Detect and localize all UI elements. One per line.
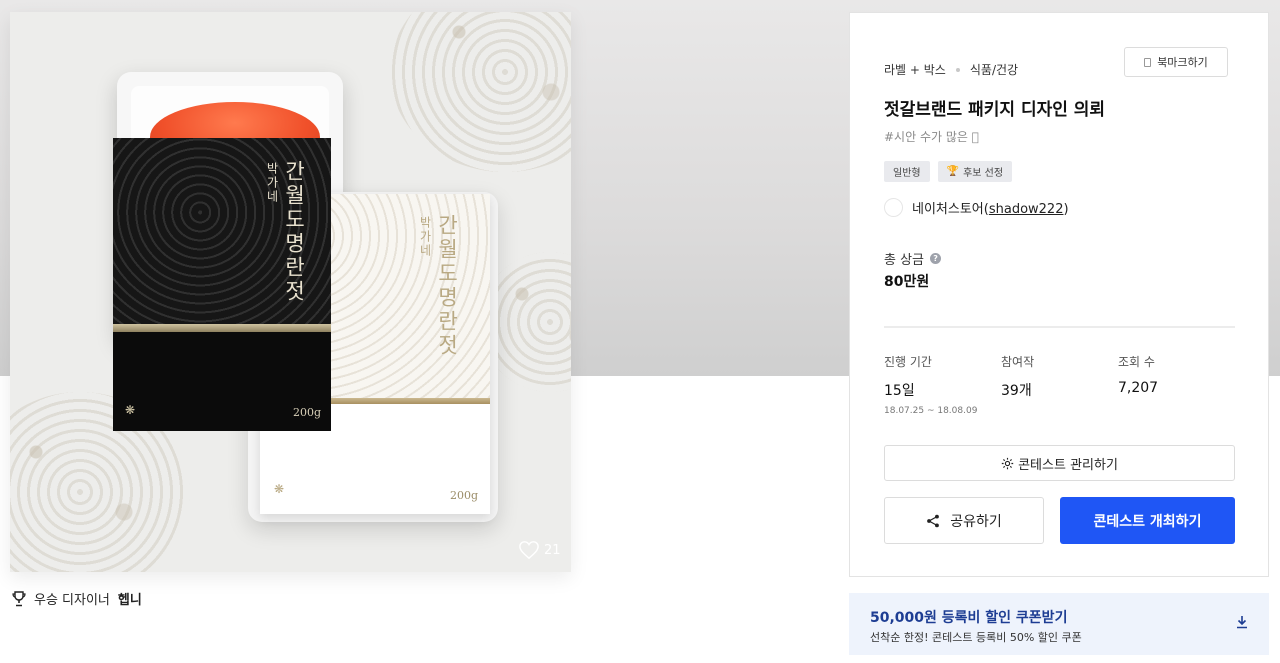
product-image[interactable]: 박가네 간월도명란젓 ❋ 200g 박가네 간월도명란젓 ❋ 200g [10, 12, 571, 572]
help-icon[interactable]: ? [930, 253, 942, 264]
category-main[interactable]: 라벨 + 박스 [884, 61, 946, 78]
stat-entries-value: 39개 [1001, 383, 1032, 399]
stat-period-value: 15일 [884, 383, 915, 399]
damask-pattern [390, 12, 571, 172]
stat-views: 조회 수 7,207 [1118, 353, 1158, 396]
share-button[interactable]: 공유하기 [884, 497, 1044, 544]
badge-candidate: 🏆 후보 선정 [937, 161, 1013, 182]
stat-entries: 참여작 39개 [1001, 353, 1034, 400]
winner-label: 우승 디자이너 [34, 593, 110, 608]
manage-contest-button[interactable]: 콘테스트 관리하기 [884, 445, 1235, 481]
winner-name[interactable]: 헵니 [118, 589, 142, 608]
package-title: 간월도명란젓 [435, 214, 459, 358]
manage-contest-label: 콘테스트 관리하기 [1018, 457, 1118, 473]
flower-emblem-icon: ❋ [125, 403, 136, 417]
contest-hashtag[interactable]: #시안 수가 많은 🏻 [884, 128, 979, 145]
divider [884, 326, 1235, 328]
stat-views-value: 7,207 [1118, 380, 1159, 396]
download-icon[interactable] [1235, 615, 1249, 629]
bookmark-icon [1144, 57, 1152, 67]
prize-value: 80만원 [884, 274, 930, 290]
stat-entries-label: 참여작 [1001, 355, 1035, 369]
flower-emblem-icon: ❋ [274, 482, 285, 496]
gear-icon [1001, 457, 1014, 469]
stat-views-label: 조회 수 [1118, 355, 1155, 369]
bookmark-label: 북마크하기 [1157, 56, 1208, 69]
package-weight: 200g [292, 406, 321, 419]
holder-name: 네이처스토어 [912, 202, 984, 217]
package-weight: 200g [449, 489, 478, 502]
contest-holder[interactable]: 네이처스토어(shadow222) [884, 198, 1069, 217]
contest-badges: 일반형 🏆 후보 선정 [884, 161, 1013, 182]
category-breadcrumb: 라벨 + 박스 식품/건강 [884, 61, 1018, 78]
contest-title: 젓갈브랜드 패키지 디자인 의뢰 [884, 100, 1106, 120]
coupon-banner[interactable]: 50,000원 등록비 할인 쿠폰받기 선착순 한정! 콘테스트 등록비 50%… [849, 593, 1269, 655]
stat-period-label: 진행 기간 [884, 355, 932, 369]
bookmark-button[interactable]: 북마크하기 [1124, 47, 1228, 77]
coupon-title: 50,000원 등록비 할인 쿠폰받기 [870, 610, 1068, 626]
heart-icon [519, 541, 539, 560]
host-contest-button[interactable]: 콘테스트 개최하기 [1060, 497, 1235, 544]
like-button[interactable]: 21 [518, 540, 561, 560]
stat-period: 진행 기간 15일 18.07.25 ~ 18.08.09 [884, 353, 977, 416]
host-contest-label: 콘테스트 개최하기 [1093, 513, 1202, 530]
black-package-label: 박가네 간월도명란젓 ❋ 200g [113, 138, 331, 431]
avatar [884, 198, 903, 217]
package-title: 간월도명란젓 [282, 160, 306, 304]
coupon-subtitle: 선착순 한정! 콘테스트 등록비 50% 할인 쿠폰 [870, 631, 1082, 644]
prize-label: 총 상금 ? [884, 249, 942, 268]
share-icon [927, 514, 940, 527]
separator-dot [955, 67, 960, 72]
category-sub[interactable]: 식품/건강 [970, 61, 1018, 78]
like-count: 21 [544, 542, 561, 558]
winner-designer: 우승 디자이너 헵니 [12, 589, 142, 608]
trophy-icon: 🏆 [946, 166, 960, 177]
share-label: 공유하기 [950, 513, 1002, 530]
badge-type: 일반형 [884, 161, 930, 182]
stat-period-range: 18.07.25 ~ 18.08.09 [884, 406, 978, 416]
trophy-icon [12, 590, 26, 606]
holder-id[interactable]: shadow222 [989, 202, 1064, 217]
contest-info-panel: 라벨 + 박스 식품/건강 북마크하기 젓갈브랜드 패키지 디자인 의뢰 #시안… [849, 12, 1269, 577]
